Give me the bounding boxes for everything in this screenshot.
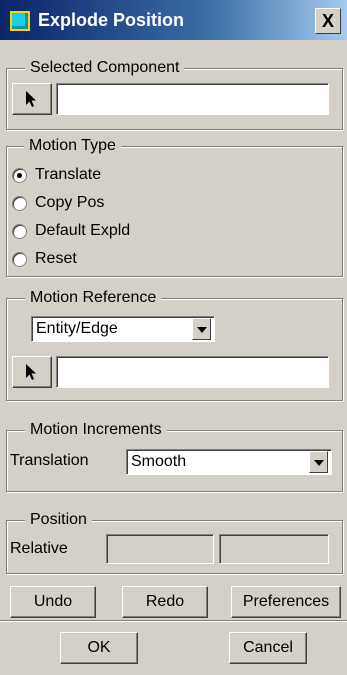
app-icon	[10, 11, 30, 31]
position-legend: Position	[25, 510, 92, 530]
selected-component-legend: Selected Component	[25, 58, 185, 78]
arrow-cursor-icon	[26, 91, 36, 107]
translation-dropdown-value: Smooth	[131, 453, 187, 470]
selected-component-field[interactable]	[56, 83, 329, 115]
motion-reference-dropdown-value: Entity/Edge	[36, 320, 118, 337]
preferences-button[interactable]: Preferences	[231, 586, 341, 618]
radio-copy-pos-label[interactable]: Copy Pos	[35, 193, 104, 213]
ok-button[interactable]: OK	[60, 632, 138, 664]
undo-button-label: Undo	[33, 593, 73, 610]
window-title: Explode Position	[38, 10, 185, 30]
position-group: Position Relative	[6, 510, 343, 574]
chevron-down-icon[interactable]	[309, 451, 328, 473]
relative-label: Relative	[10, 540, 68, 557]
radio-default-expld[interactable]	[12, 224, 27, 239]
motion-increments-legend: Motion Increments	[25, 420, 167, 440]
selected-component-group: Selected Component	[6, 58, 343, 130]
relative-field-1	[106, 534, 214, 564]
cancel-button[interactable]: Cancel	[229, 632, 307, 664]
chevron-down-icon[interactable]	[192, 318, 211, 340]
relative-field-2	[219, 534, 329, 564]
motion-reference-group: Motion Reference Entity/Edge	[6, 288, 343, 401]
arrow-cursor-icon	[26, 364, 36, 380]
motion-increments-group: Motion Increments Translation Smooth	[6, 420, 343, 492]
radio-translate-label[interactable]: Translate	[35, 165, 101, 185]
motion-reference-legend: Motion Reference	[25, 288, 162, 308]
title-bar[interactable]: Explode Position X	[0, 0, 347, 40]
redo-button[interactable]: Redo	[122, 586, 208, 618]
motion-reference-dropdown[interactable]: Entity/Edge	[31, 316, 215, 342]
preferences-button-label: Preferences	[242, 593, 330, 610]
close-button[interactable]: X	[315, 8, 341, 34]
radio-translate[interactable]	[12, 168, 27, 183]
select-component-button[interactable]	[12, 83, 52, 115]
motion-type-group: Motion Type Translate Copy Pos Default E…	[6, 136, 343, 277]
undo-button[interactable]: Undo	[10, 586, 96, 618]
ok-button-label: OK	[87, 639, 111, 656]
motion-type-legend: Motion Type	[24, 136, 121, 156]
radio-reset-label[interactable]: Reset	[35, 249, 77, 269]
radio-default-expld-label[interactable]: Default Expld	[35, 221, 130, 241]
select-reference-button[interactable]	[12, 356, 52, 388]
radio-copy-pos[interactable]	[12, 196, 27, 211]
button-divider	[0, 620, 347, 622]
cancel-button-label: Cancel	[243, 639, 293, 656]
radio-reset[interactable]	[12, 252, 27, 267]
translation-label: Translation	[10, 452, 89, 469]
redo-button-label: Redo	[145, 593, 185, 610]
motion-reference-field[interactable]	[56, 356, 329, 388]
translation-dropdown[interactable]: Smooth	[126, 449, 332, 475]
